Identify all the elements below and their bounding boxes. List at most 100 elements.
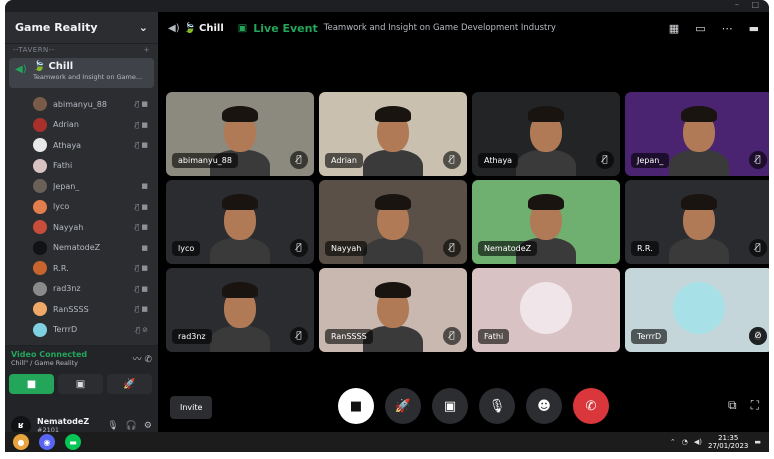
maximize-icon[interactable]: □ (751, 0, 759, 9)
member-status-icons: ■ (141, 243, 148, 252)
channel-category[interactable]: --TAVERN-- + (5, 44, 158, 56)
date: 27/01/2023 (708, 442, 749, 450)
voice-member[interactable]: TerrrD 🎙̸ ⊘ (5, 320, 158, 341)
chevron-down-icon[interactable]: ⌄ (139, 21, 148, 34)
participant-tile[interactable]: R.R. 🎙̸ (625, 180, 769, 264)
chevron-up-icon[interactable]: ⌃ (670, 438, 676, 446)
muted-mic-icon: 🎙̸ (290, 239, 308, 257)
avatar (520, 282, 572, 334)
avatar (33, 302, 47, 317)
camera-button[interactable]: ■ (338, 388, 374, 424)
volume-icon[interactable]: ◀) (694, 438, 702, 446)
participant-grid: abimanyu_88 🎙̸ Adrian 🎙̸ Athaya 🎙̸ Jepan_ 🎙̸ lyc… (166, 92, 769, 352)
voice-member[interactable]: Adrian 🎙̸ ■ (5, 115, 158, 136)
participant-body (210, 326, 270, 352)
avatar (33, 138, 47, 153)
muted-mic-icon: 🎙̸ (443, 151, 461, 169)
participant-name: Adrian (325, 153, 363, 168)
voice-member[interactable]: Nayyah 🎙̸ ■ (5, 217, 158, 238)
participant-hair (222, 194, 258, 210)
plus-icon[interactable]: + (144, 46, 150, 54)
headphones-icon[interactable]: 🎧 (126, 421, 137, 431)
voice-channel-name: Chill (48, 61, 74, 72)
voice-channel-chill[interactable]: ◀) 🍃 Chill Teamwork and Insight on Game..… (9, 58, 154, 88)
gear-icon[interactable]: ⚙ (144, 421, 152, 431)
participant-tile[interactable]: TerrrD🎙̸⊘ (625, 268, 769, 352)
server-name: Game Reality (15, 21, 98, 34)
speaker-icon: ◀) (15, 64, 27, 75)
participant-name: Athaya (478, 153, 519, 168)
server-header[interactable]: Game Reality ⌄ (5, 12, 158, 44)
participant-tile[interactable]: abimanyu_88 🎙̸ (166, 92, 314, 176)
participant-body (669, 150, 729, 176)
chrome-icon[interactable]: ● (13, 434, 29, 450)
participant-hair (681, 194, 717, 210)
more-icon[interactable]: ⋯ (722, 22, 733, 35)
member-status-icons: 🎙̸ ■ (134, 284, 148, 293)
layout-icon[interactable]: ▭ (695, 22, 705, 35)
voice-member[interactable]: Athaya 🎙̸ ■ (5, 135, 158, 156)
voice-location[interactable]: Chill" / Game Reality (11, 359, 152, 367)
voice-member[interactable]: R.R. 🎙̸ ■ (5, 258, 158, 279)
clock[interactable]: 21:35 27/01/2023 (708, 434, 748, 450)
event-topic: Teamwork and Insight on Game Development… (323, 23, 556, 33)
popout-icon[interactable]: ⧉ (728, 398, 737, 413)
screen-share-button[interactable]: ▣ (432, 388, 468, 424)
camera-toggle-button[interactable]: ■ (9, 374, 54, 394)
voice-member[interactable]: Jepan_ ■ (5, 176, 158, 197)
participant-tile[interactable]: RanSSSS 🎙̸ (319, 268, 467, 352)
screen-share-button[interactable]: ▣ (58, 374, 103, 394)
participant-tile[interactable]: lyco 🎙̸ (166, 180, 314, 264)
member-name: Adrian (53, 120, 79, 130)
discord-icon[interactable]: ◉ (39, 434, 55, 450)
grid-layout-icon[interactable]: ▦ (669, 22, 679, 35)
minimize-icon[interactable]: – (735, 0, 739, 9)
channel-sidebar: Game Reality ⌄ --TAVERN-- + ◀) 🍃 Chill Te… (5, 12, 158, 444)
avatar (33, 179, 47, 194)
participant-tile[interactable]: Fathi (472, 268, 620, 352)
invite-button[interactable]: Invite (170, 396, 213, 419)
voice-member[interactable]: RanSSSS 🎙̸ ■ (5, 299, 158, 320)
participant-tile[interactable]: Jepan_ 🎙̸ (625, 92, 769, 176)
participant-tile[interactable]: NematodeZ (472, 180, 620, 264)
participant-body (363, 150, 423, 176)
voice-member[interactable]: abimanyu_88 🎙̸ ■ (5, 94, 158, 115)
muted-mic-icon: 🎙̸ (443, 239, 461, 257)
video-stage: ◀) 🍃 Chill ▣ Live Event Teamwork and Ins… (158, 12, 769, 432)
member-name: RanSSSS (53, 304, 89, 314)
microphone-icon[interactable]: 🎙 (107, 421, 118, 431)
noise-suppression-icon[interactable]: 〰 (133, 355, 142, 365)
voice-member[interactable]: NematodeZ ■ (5, 238, 158, 259)
wifi-icon[interactable]: ◔ (682, 438, 688, 446)
notification-icon[interactable]: ▬ (754, 438, 761, 446)
disconnect-button[interactable]: ✆ (573, 388, 609, 424)
soundboard-button[interactable]: ☻ (526, 388, 562, 424)
time: 21:35 (718, 434, 739, 442)
participant-tile[interactable]: Nayyah 🎙̸ (319, 180, 467, 264)
member-status-icons: 🎙̸ ■ (134, 264, 148, 273)
channel-topbar: ◀) 🍃 Chill ▣ Live Event Teamwork and Ins… (158, 12, 769, 44)
participant-name: lyco (172, 241, 201, 256)
participant-name: NematodeZ (478, 241, 538, 256)
participant-tile[interactable]: Adrian 🎙̸ (319, 92, 467, 176)
voice-member[interactable]: rad3nz 🎙̸ ■ (5, 279, 158, 300)
chat-icon[interactable]: ▬ (749, 22, 759, 35)
voice-member[interactable]: Fathi (5, 156, 158, 177)
member-status-icons: 🎙̸ ■ (134, 100, 148, 109)
activity-button[interactable]: 🚀 (385, 388, 421, 424)
mute-button[interactable]: 🎙 (479, 388, 515, 424)
activities-button[interactable]: 🚀 (107, 374, 152, 394)
disconnect-icon[interactable]: ✆ (144, 355, 152, 365)
voice-member[interactable]: lyco 🎙̸ ■ (5, 197, 158, 218)
member-status-icons: 🎙̸ ■ (134, 202, 148, 211)
live-event-label[interactable]: Live Event (253, 22, 317, 35)
leaf-icon: 🍃 (33, 61, 46, 72)
participant-tile[interactable]: Athaya 🎙̸ (472, 92, 620, 176)
voice-channel-topic: Teamwork and Insight on Game... (33, 73, 143, 81)
member-status-icons: 🎙̸ ■ (134, 223, 148, 232)
participant-tile[interactable]: rad3nz 🎙̸ (166, 268, 314, 352)
fullscreen-icon[interactable]: ⛶ (751, 398, 759, 413)
line-icon[interactable]: ▬ (65, 434, 81, 450)
avatar (673, 282, 725, 334)
member-name: R.R. (53, 263, 69, 273)
